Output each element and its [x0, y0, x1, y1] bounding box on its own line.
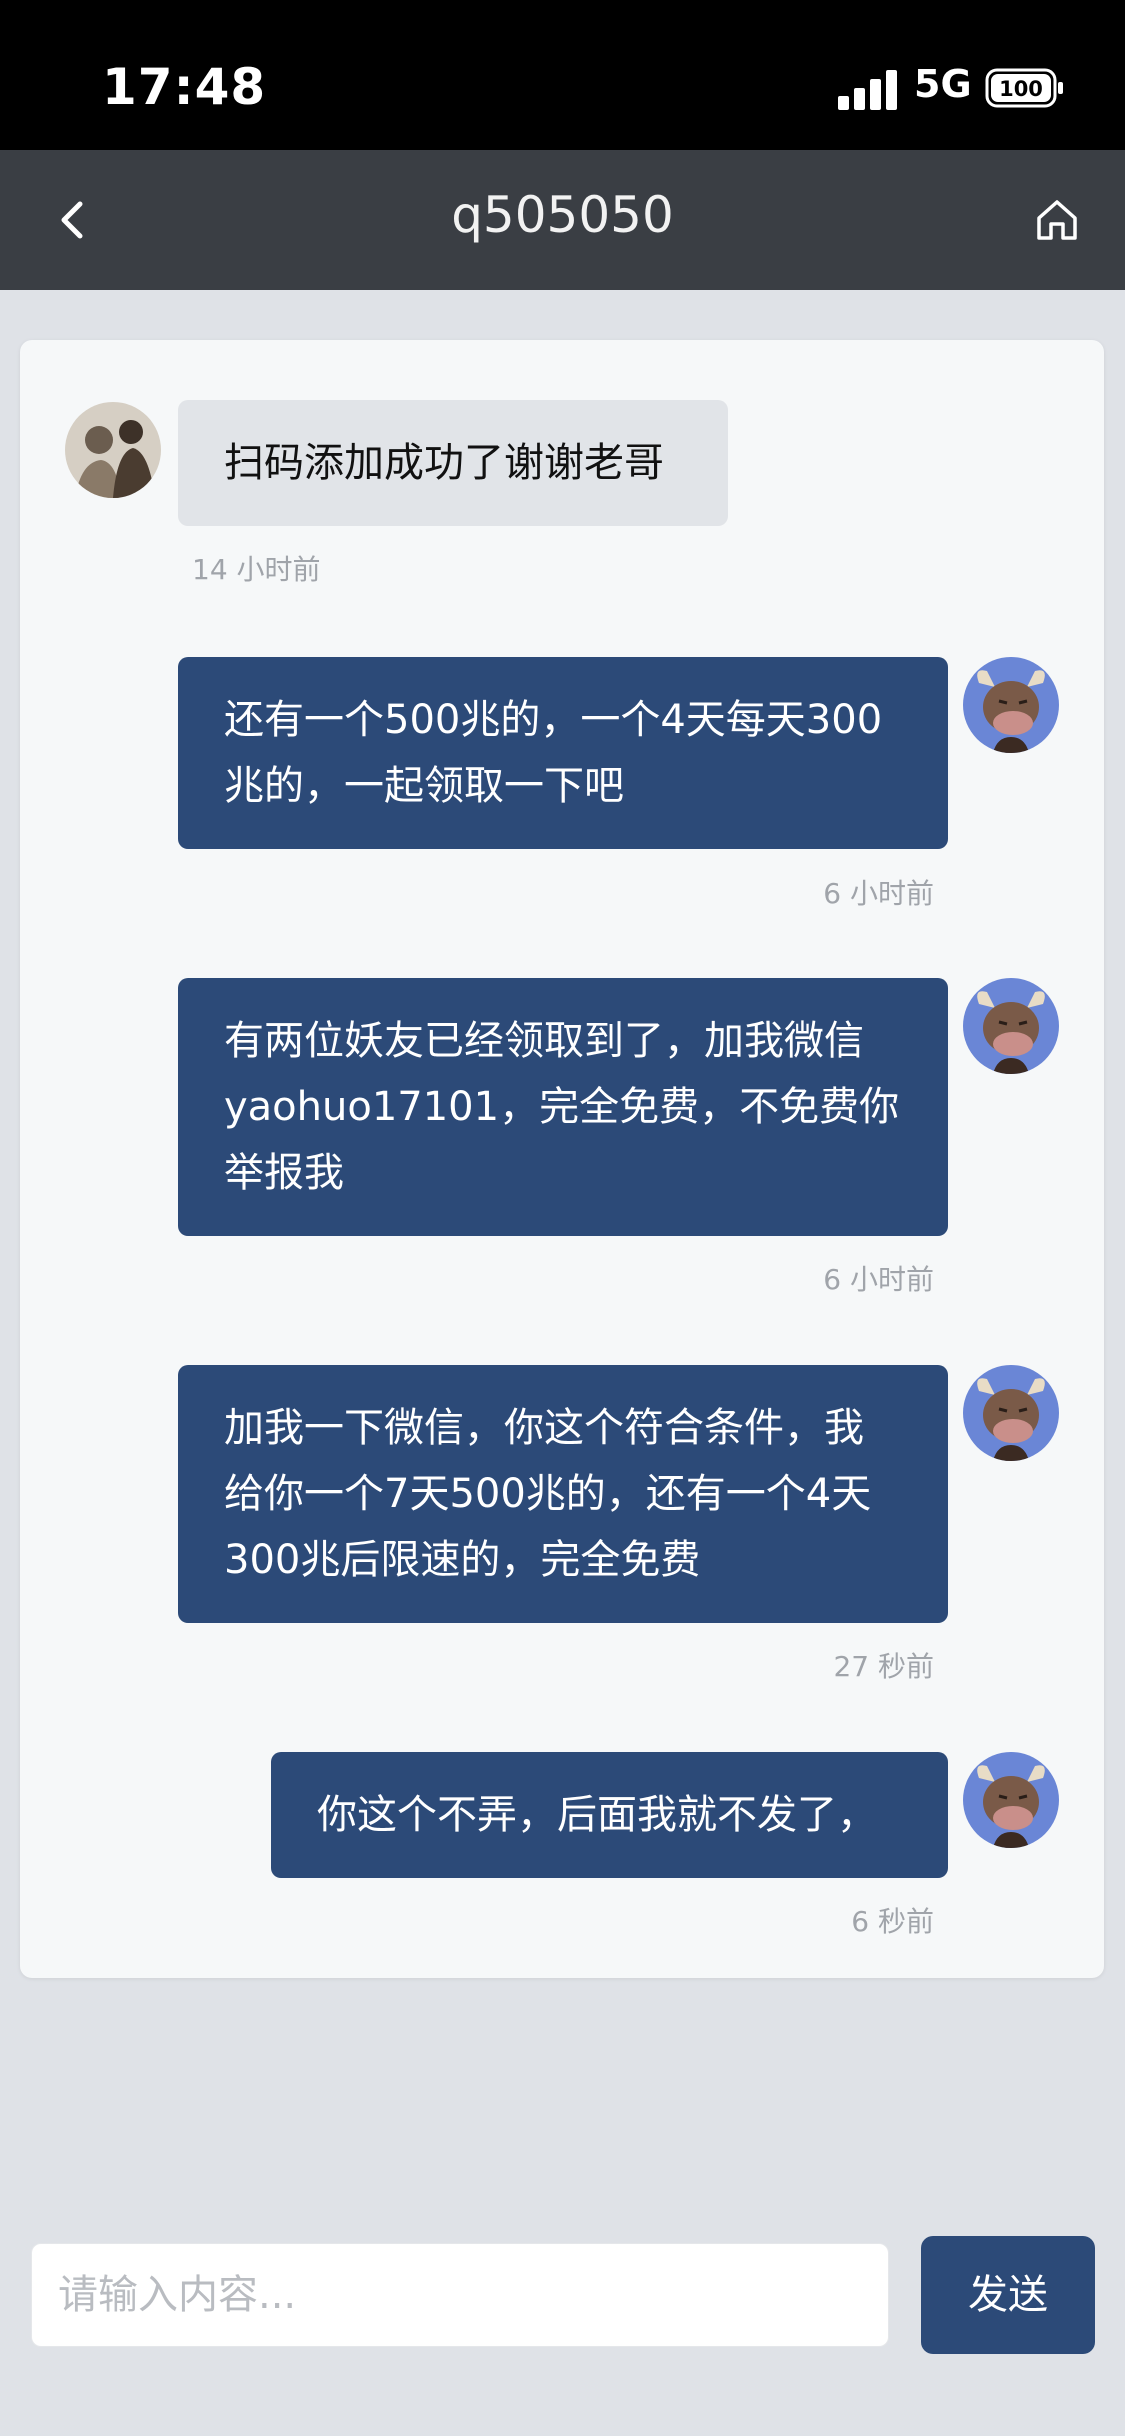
message-time: 6 小时前 — [823, 877, 934, 910]
battery-icon: 100 — [985, 68, 1063, 108]
message-text: 还有一个500兆的，一个4天每天300兆的，一起领取一下吧 — [224, 697, 883, 809]
message-time: 27 秒前 — [833, 1650, 934, 1683]
bull-avatar-icon — [963, 657, 1059, 753]
send-button[interactable]: 发送 — [921, 2236, 1095, 2354]
avatar-self[interactable] — [963, 1365, 1059, 1461]
user-photo-icon — [65, 402, 161, 498]
message-input[interactable]: 请输入内容... — [31, 2243, 889, 2347]
message-bubble-outgoing: 加我一下微信，你这个符合条件，我给你一个7天500兆的，还有一个4天300兆后限… — [178, 1365, 948, 1623]
message-text: 扫码添加成功了谢谢老哥 — [224, 440, 664, 486]
home-icon[interactable] — [1033, 196, 1081, 244]
status-bar: 17:48 5G 100 — [0, 0, 1125, 150]
message-time: 14 小时前 — [192, 553, 321, 586]
message-time: 6 小时前 — [823, 1263, 934, 1296]
avatar-self[interactable] — [963, 978, 1059, 1074]
bull-avatar-icon — [963, 1752, 1059, 1848]
message-bubble-outgoing: 有两位妖友已经领取到了，加我微信yaohuo17101，完全免费，不免费你举报我 — [178, 978, 948, 1236]
signal-icon — [838, 70, 897, 110]
avatar-self[interactable] — [963, 657, 1059, 753]
battery-level: 100 — [999, 77, 1043, 101]
input-placeholder: 请输入内容... — [58, 2272, 297, 2318]
bull-avatar-icon — [963, 1365, 1059, 1461]
page-title: q505050 — [451, 186, 674, 244]
avatar[interactable] — [65, 402, 161, 498]
message-bubble-outgoing: 还有一个500兆的，一个4天每天300兆的，一起领取一下吧 — [178, 657, 948, 849]
nav-bar: q505050 — [0, 150, 1125, 290]
bull-avatar-icon — [963, 978, 1059, 1074]
message-text: 加我一下微信，你这个符合条件，我给你一个7天500兆的，还有一个4天300兆后限… — [224, 1405, 872, 1583]
message-time: 6 秒前 — [851, 1905, 934, 1938]
message-bubble-incoming: 扫码添加成功了谢谢老哥 — [178, 400, 728, 526]
message-text: 你这个不弄，后面我就不发了， — [317, 1792, 877, 1838]
chat-card: 扫码添加成功了谢谢老哥 14 小时前 还有一个500兆的，一个4天每天300兆的… — [20, 340, 1104, 1978]
avatar-self[interactable] — [963, 1752, 1059, 1848]
network-type: 5G — [914, 62, 972, 106]
message-text: 有两位妖友已经领取到了，加我微信yaohuo17101，完全免费，不免费你举报我 — [224, 1018, 900, 1196]
status-time: 17:48 — [102, 58, 267, 116]
message-bubble-outgoing: 你这个不弄，后面我就不发了， — [271, 1752, 948, 1878]
